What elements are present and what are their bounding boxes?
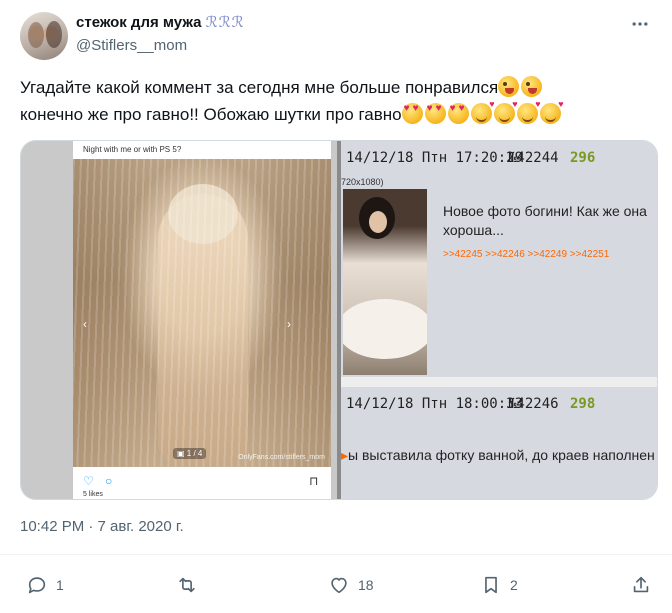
post-photo: ‹ › ▣ 1 / 4 OnlyFans.com/stiflers_mom — [73, 159, 331, 467]
tweet-actions: 1 18 2 — [0, 566, 672, 604]
heart-outline-icon: ♡ — [83, 474, 94, 488]
like-button[interactable]: 18 — [328, 574, 374, 596]
bookmark-outline-icon: ⊓ — [309, 474, 319, 488]
smiling-hearts-emoji-icon — [470, 100, 495, 124]
heart-eyes-emoji-icon — [401, 103, 423, 124]
tweet-line-1: Угадайте какой коммент за сегодня мне бо… — [20, 74, 660, 101]
imageboard-post: 14/12/18 Птн 17:20:29 №42244 296 720x108… — [341, 141, 657, 377]
post-reply-count: 296 — [570, 150, 596, 166]
post-number: №42244 — [508, 150, 559, 166]
display-name-text: стежок для мужа — [76, 14, 202, 31]
bookmark-icon — [485, 576, 497, 594]
post-reply-links: >>42245 >>42246 >>42249 >>42251 — [443, 249, 610, 260]
smiling-hearts-emoji-icon — [516, 100, 541, 124]
photo-counter: ▣ 1 / 4 — [173, 448, 207, 459]
tweet-line-2: конечно же про гавно!! Обожаю шутки про … — [20, 100, 660, 128]
winking-tongue-emoji-icon — [498, 76, 520, 97]
smiling-hearts-emoji-icon — [493, 100, 518, 124]
likes-count: 5 likes — [83, 491, 103, 498]
name-decoration: ℛℛℛ — [205, 14, 245, 31]
bookmark-button[interactable]: 2 — [480, 574, 518, 596]
heart-eyes-emoji-icon — [447, 103, 469, 124]
tweet-line-1-text: Угадайте какой коммент за сегодня мне бо… — [20, 78, 499, 97]
reply-icon — [28, 577, 46, 594]
winking-tongue-emoji-icon — [521, 76, 543, 97]
post-date: 14/12/18 Птн 18:00:33 — [346, 396, 524, 412]
retweet-button[interactable] — [176, 574, 206, 596]
share-button[interactable] — [630, 574, 652, 596]
post-thumbnail — [343, 189, 427, 375]
user-handle[interactable]: @Stiflers__mom — [76, 37, 187, 54]
like-icon — [331, 577, 347, 594]
post-reply-count: 298 — [570, 396, 596, 412]
phone-screenshot: Night with me or with PS 5? ‹ › ▣ 1 / 4 … — [73, 141, 331, 499]
display-name[interactable]: стежок для мужа ℛℛℛ — [76, 13, 245, 31]
like-count: 18 — [358, 577, 374, 593]
image-icon: ▣ — [177, 449, 187, 458]
watermark: OnlyFans.com/stiflers_mom — [238, 454, 325, 461]
avatar[interactable] — [20, 12, 68, 60]
bookmark-count: 2 — [510, 577, 518, 593]
image-resolution: 720x1080) — [341, 177, 384, 187]
heart-eyes-emoji-icon — [424, 103, 446, 124]
media-left-screenshot: Night with me or with PS 5? ‹ › ▣ 1 / 4 … — [21, 141, 337, 499]
post-text: Новое фото богини! Как же она хороша... — [443, 203, 647, 238]
divider-line — [0, 554, 672, 555]
tweet-timestamp[interactable]: 10:42 PM · 7 авг. 2020 г. — [20, 518, 184, 535]
tweet-text: Угадайте какой коммент за сегодня мне бо… — [20, 74, 660, 128]
reply-button[interactable]: 1 — [26, 574, 64, 596]
post-date: 14/12/18 Птн 17:20:29 — [346, 150, 524, 166]
share-icon — [633, 576, 649, 593]
post-text: ▸ы выставила фотку ванной, до краев напо… — [341, 447, 655, 464]
quote-marker: ▸ — [341, 447, 349, 463]
phone-actions: ♡ ○ ⊓ — [83, 474, 323, 488]
post-caption: Night with me or with PS 5? — [83, 145, 182, 154]
chevron-left-icon: ‹ — [83, 317, 87, 331]
tweet-line-2-text: конечно же про гавно!! Обожаю шутки про … — [20, 105, 402, 124]
reply-count: 1 — [56, 577, 64, 593]
media-right-screenshot: 14/12/18 Птн 17:20:29 №42244 296 720x108… — [341, 141, 657, 499]
tweet-media[interactable]: Night with me or with PS 5? ‹ › ▣ 1 / 4 … — [20, 140, 658, 500]
post-number: №42246 — [508, 396, 559, 412]
comment-outline-icon: ○ — [105, 474, 113, 488]
smiling-hearts-emoji-icon — [539, 100, 564, 124]
post-text-content: ы выставила фотку ванной, до краев напол… — [348, 447, 655, 463]
retweet-icon — [179, 577, 195, 593]
imageboard-post: 14/12/18 Птн 18:00:33 №42246 298 ▸ы выст… — [341, 387, 657, 499]
chevron-right-icon: › — [287, 317, 291, 331]
more-button[interactable] — [628, 12, 652, 36]
more-icon — [632, 22, 648, 26]
photo-counter-text: 1 / 4 — [186, 449, 203, 458]
